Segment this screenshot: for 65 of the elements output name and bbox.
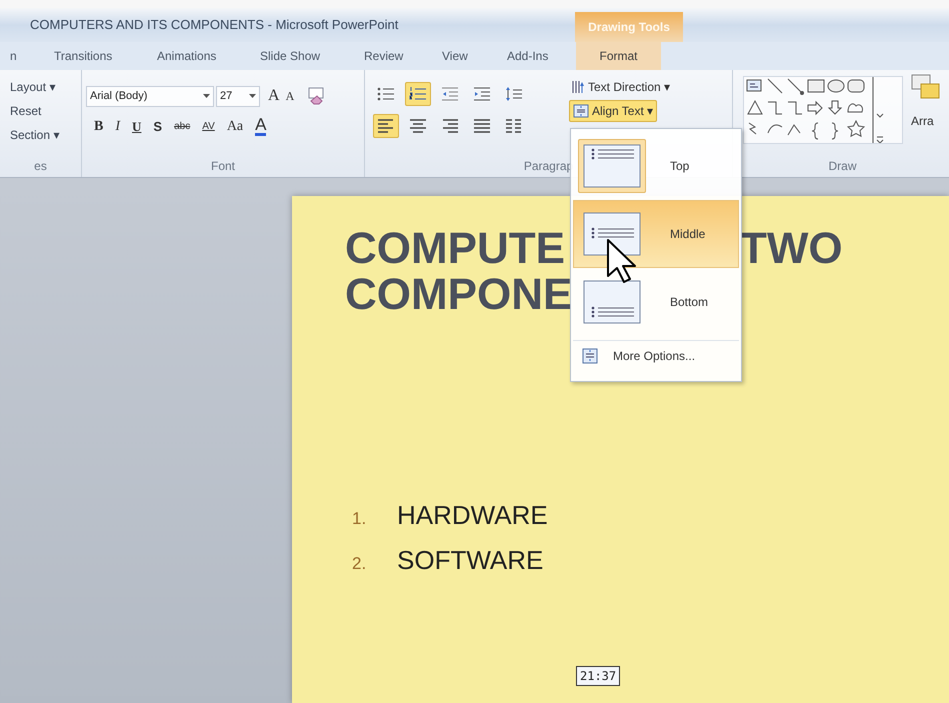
align-left-icon	[376, 117, 396, 135]
italic-button[interactable]: I	[115, 116, 120, 137]
align-right-icon	[440, 117, 460, 135]
list-number: 2.	[352, 553, 368, 575]
ribbon-button[interactable]: Layout ▾	[10, 78, 60, 96]
bold-button[interactable]: B	[94, 116, 104, 137]
list-item-text: HARDWARE	[397, 499, 548, 532]
slide-title: COMPUTE	[345, 226, 565, 272]
ribbon-tab[interactable]: Slide Show	[258, 42, 322, 70]
justify-icon	[472, 117, 492, 135]
ribbon-tab[interactable]: Format	[576, 42, 661, 70]
menu-item[interactable]: Top	[573, 132, 739, 200]
ribbon-tab[interactable]: Transitions	[52, 42, 114, 70]
text-position-icon	[583, 144, 641, 188]
slide-title: COMPONE	[345, 272, 572, 318]
decrease-indent-icon	[440, 85, 460, 103]
window-title: COMPUTERS AND ITS COMPONENTS - Microsoft PowerPoint	[30, 16, 398, 34]
ribbon-tab[interactable]: Review	[362, 42, 406, 70]
dropdown-caret-icon[interactable]	[249, 94, 256, 98]
underline-button[interactable]: U	[132, 116, 142, 136]
list-item-text: SOFTWARE	[397, 544, 544, 577]
dialog-icon[interactable]	[581, 347, 599, 365]
character-spacing-button[interactable]: AV	[202, 119, 215, 134]
list-number: 1.	[352, 508, 368, 530]
ribbon-tab[interactable]: Add-Ins	[505, 42, 550, 70]
ribbon-tab[interactable]: n	[8, 42, 19, 70]
font-color-button[interactable]: A	[255, 117, 266, 136]
text-position-icon	[583, 280, 641, 324]
change-case-button[interactable]: Aa	[226, 116, 244, 137]
menu-item[interactable]: Bottom	[573, 268, 739, 336]
group-label: Draw	[828, 158, 856, 175]
font-name-field[interactable]: Arial (Body)	[86, 86, 214, 106]
clear-formatting-icon[interactable]	[306, 87, 326, 105]
ribbon-tab[interactable]: View	[440, 42, 470, 70]
text-direction-icon[interactable]	[571, 80, 585, 94]
align-text-button[interactable]: Align Text ▾	[569, 100, 658, 122]
strikethrough-button[interactable]: abc	[174, 119, 190, 134]
numbering-button[interactable]	[405, 82, 431, 106]
ribbon-button[interactable]: Reset	[10, 102, 60, 120]
text-position-icon	[583, 212, 641, 256]
ribbon-tab[interactable]: Animations	[155, 42, 218, 70]
font-size-field[interactable]: 27	[216, 86, 260, 106]
mouse-pointer-icon	[606, 238, 636, 284]
group-label: Font	[210, 158, 235, 175]
shrink-font-button[interactable]: A	[286, 87, 294, 105]
text-direction-button[interactable]: Text Direction ▾	[571, 78, 670, 96]
columns-icon	[504, 117, 524, 135]
menu-item[interactable]: Middle	[573, 200, 739, 268]
time-tooltip: 21:37	[576, 666, 620, 686]
grow-font-button[interactable]: A	[268, 84, 280, 108]
align-left-button[interactable]	[373, 114, 399, 138]
align-text-icon[interactable]	[573, 104, 589, 118]
ribbon-button[interactable]: Section ▾	[10, 126, 60, 144]
group-label: Paragrap	[524, 158, 574, 175]
contextual-tab-title: Drawing Tools	[588, 19, 670, 36]
menu-item[interactable]: More Options...	[571, 341, 741, 371]
slide-title: TWO	[740, 226, 843, 272]
increase-indent-icon	[472, 85, 492, 103]
arrange-button[interactable]: Arra	[911, 74, 941, 130]
dropdown-caret-icon[interactable]	[203, 94, 210, 98]
group-label: es	[34, 158, 47, 175]
line-spacing-icon	[504, 85, 524, 103]
text-shadow-button[interactable]: S	[153, 116, 162, 136]
align-center-icon	[408, 117, 428, 135]
bullets-icon	[376, 85, 396, 103]
